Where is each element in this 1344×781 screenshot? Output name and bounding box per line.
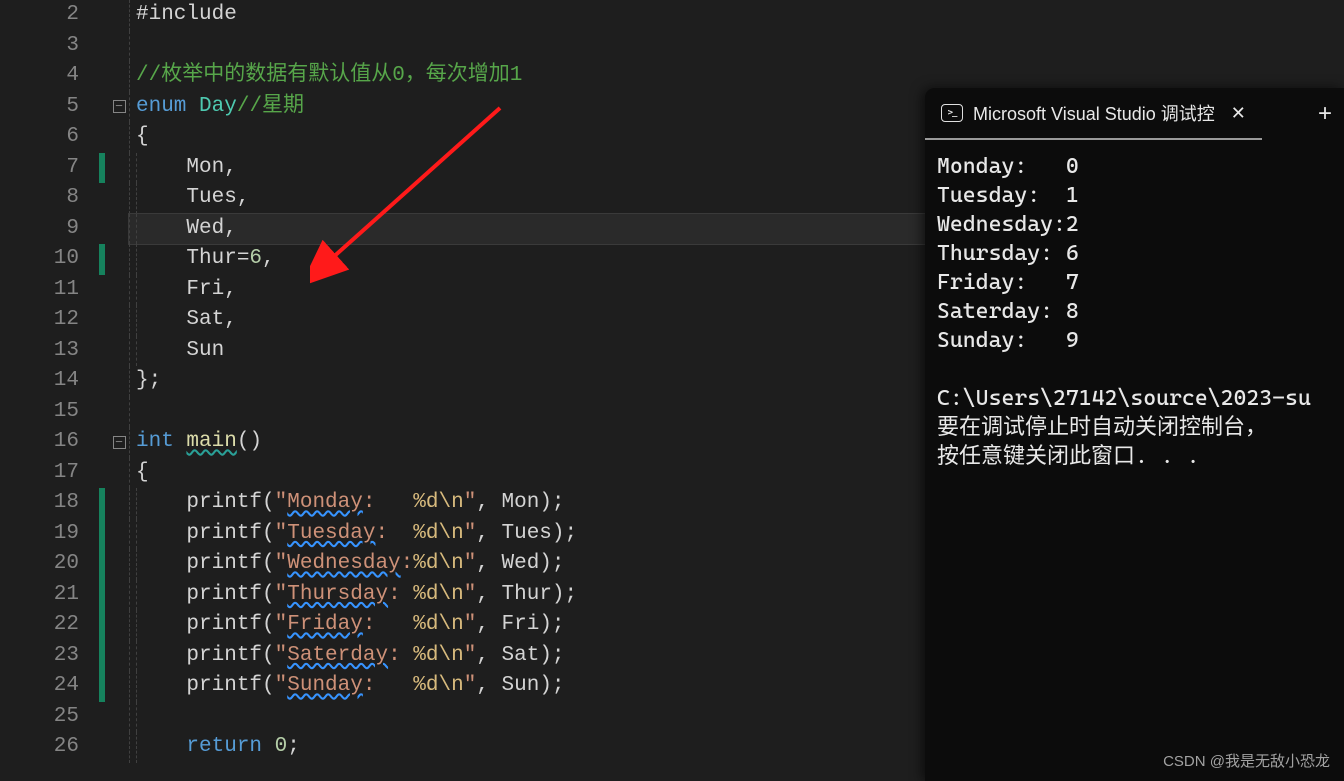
modification-mark bbox=[99, 427, 109, 458]
line-number: 13 bbox=[24, 336, 99, 367]
line-number: 26 bbox=[24, 732, 99, 763]
watermark: CSDN @我是无敌小恐龙 bbox=[1163, 750, 1330, 771]
fold-toggle bbox=[109, 641, 129, 672]
modification-mark bbox=[99, 0, 109, 31]
line-number: 16 bbox=[24, 427, 99, 458]
fold-toggle bbox=[109, 183, 129, 214]
line-number: 20 bbox=[24, 549, 99, 580]
modification-mark bbox=[99, 641, 109, 672]
modification-mark bbox=[99, 397, 109, 428]
fold-toggle bbox=[109, 244, 129, 275]
line-number: 6 bbox=[24, 122, 99, 153]
terminal-tab-bar: Microsoft Visual Studio 调试控 ✕ + bbox=[925, 88, 1344, 140]
line-number: 22 bbox=[24, 610, 99, 641]
modification-mark bbox=[99, 366, 109, 397]
line-number: 14 bbox=[24, 366, 99, 397]
fold-toggle bbox=[109, 488, 129, 519]
fold-toggle bbox=[109, 153, 129, 184]
line-number: 17 bbox=[24, 458, 99, 489]
modification-mark bbox=[99, 214, 109, 245]
line-number: 2 bbox=[24, 0, 99, 31]
code-line[interactable] bbox=[129, 31, 1344, 62]
line-number: 21 bbox=[24, 580, 99, 611]
close-icon[interactable]: ✕ bbox=[1231, 103, 1246, 124]
line-number: 11 bbox=[24, 275, 99, 306]
terminal-output[interactable]: Monday: 0 Tuesday: 1 Wednesday:2 Thursda… bbox=[925, 140, 1344, 781]
fold-toggle bbox=[109, 549, 129, 580]
fold-toggle bbox=[109, 519, 129, 550]
modification-mark bbox=[99, 732, 109, 763]
modification-mark bbox=[99, 580, 109, 611]
terminal-tab[interactable]: Microsoft Visual Studio 调试控 ✕ bbox=[925, 88, 1262, 140]
console-icon bbox=[941, 104, 963, 122]
fold-toggle bbox=[109, 122, 129, 153]
modification-mark bbox=[99, 61, 109, 92]
terminal-panel: Microsoft Visual Studio 调试控 ✕ + Monday: … bbox=[925, 88, 1344, 781]
fold-toggle bbox=[109, 305, 129, 336]
modification-mark bbox=[99, 458, 109, 489]
fold-toggle bbox=[109, 702, 129, 733]
line-number: 23 bbox=[24, 641, 99, 672]
fold-toggle bbox=[109, 580, 129, 611]
line-number: 18 bbox=[24, 488, 99, 519]
line-number: 9 bbox=[24, 214, 99, 245]
modification-mark bbox=[99, 702, 109, 733]
fold-toggle bbox=[109, 61, 129, 92]
modification-mark bbox=[99, 92, 109, 123]
fold-toggle[interactable]: − bbox=[109, 427, 129, 458]
modification-mark bbox=[99, 336, 109, 367]
fold-toggle bbox=[109, 275, 129, 306]
modification-mark bbox=[99, 183, 109, 214]
modification-mark bbox=[99, 519, 109, 550]
terminal-tab-title: Microsoft Visual Studio 调试控 bbox=[973, 100, 1215, 126]
modification-mark bbox=[99, 610, 109, 641]
fold-column[interactable]: −− bbox=[109, 0, 129, 781]
fold-toggle bbox=[109, 31, 129, 62]
modification-mark bbox=[99, 305, 109, 336]
line-number: 10 bbox=[24, 244, 99, 275]
modification-mark bbox=[99, 671, 109, 702]
modification-mark bbox=[99, 488, 109, 519]
line-number: 7 bbox=[24, 153, 99, 184]
fold-toggle bbox=[109, 0, 129, 31]
add-tab-button[interactable]: + bbox=[1318, 100, 1332, 128]
fold-toggle bbox=[109, 458, 129, 489]
line-number: 25 bbox=[24, 702, 99, 733]
line-number-gutter: 2345678910111213141516171819202122232425… bbox=[24, 0, 99, 781]
editor-margin bbox=[0, 0, 24, 781]
line-number: 8 bbox=[24, 183, 99, 214]
fold-toggle bbox=[109, 671, 129, 702]
fold-toggle bbox=[109, 397, 129, 428]
line-number: 5 bbox=[24, 92, 99, 123]
modification-mark bbox=[99, 244, 109, 275]
line-number: 3 bbox=[24, 31, 99, 62]
fold-toggle bbox=[109, 610, 129, 641]
line-number: 24 bbox=[24, 671, 99, 702]
modification-mark bbox=[99, 275, 109, 306]
line-number: 15 bbox=[24, 397, 99, 428]
line-number: 4 bbox=[24, 61, 99, 92]
fold-toggle bbox=[109, 336, 129, 367]
fold-toggle bbox=[109, 366, 129, 397]
code-line[interactable]: //枚举中的数据有默认值从0，每次增加1 bbox=[129, 61, 1344, 92]
line-number: 12 bbox=[24, 305, 99, 336]
modification-mark bbox=[99, 31, 109, 62]
modification-mark bbox=[99, 122, 109, 153]
modification-mark bbox=[99, 549, 109, 580]
code-line[interactable]: #include bbox=[129, 0, 1344, 31]
fold-toggle bbox=[109, 214, 129, 245]
modification-bar bbox=[99, 0, 109, 781]
fold-toggle[interactable]: − bbox=[109, 92, 129, 123]
modification-mark bbox=[99, 153, 109, 184]
fold-toggle bbox=[109, 732, 129, 763]
line-number: 19 bbox=[24, 519, 99, 550]
